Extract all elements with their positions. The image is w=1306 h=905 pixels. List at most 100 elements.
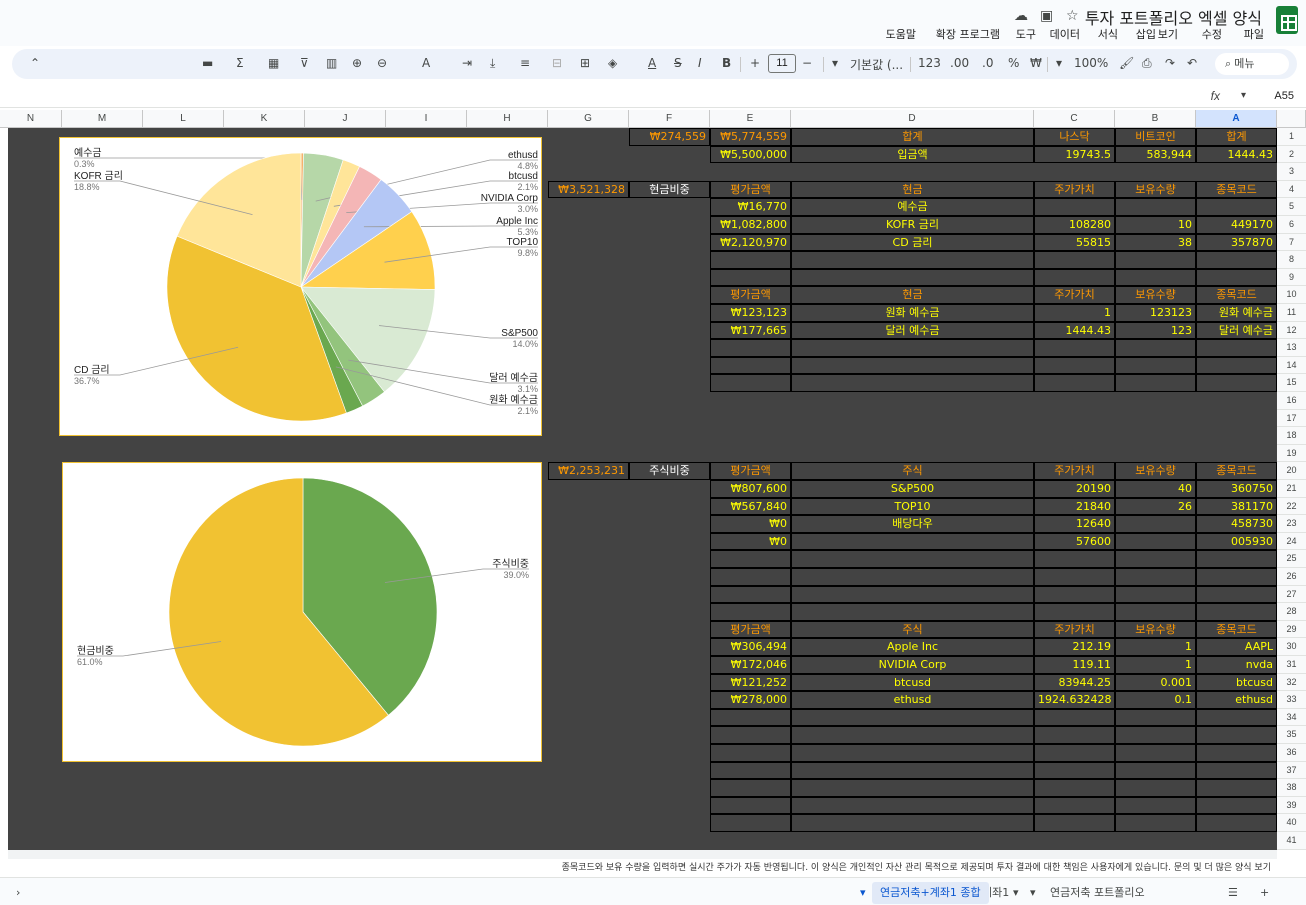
- table-cell[interactable]: ₩567,840: [710, 497, 791, 516]
- table-cell[interactable]: 83944.25: [1034, 673, 1115, 692]
- table-cell[interactable]: [1196, 356, 1277, 375]
- row-header[interactable]: 11: [1277, 304, 1306, 322]
- table-cell[interactable]: [1115, 568, 1196, 586]
- menu-tools[interactable]: 도구: [1016, 26, 1036, 42]
- table-cell[interactable]: [1034, 568, 1115, 586]
- table-cell[interactable]: [710, 814, 791, 832]
- table-cell[interactable]: [1196, 550, 1277, 568]
- table-cell[interactable]: [1196, 796, 1277, 815]
- row-header[interactable]: 4: [1277, 180, 1306, 199]
- row-header[interactable]: 18: [1277, 427, 1306, 445]
- table-cell[interactable]: ₩16,770: [710, 198, 791, 216]
- table-cell[interactable]: [710, 374, 791, 392]
- header-cell[interactable]: 현금: [791, 180, 1034, 199]
- menu-search[interactable]: ⌕ 메뉴: [1215, 53, 1289, 75]
- menu-format[interactable]: 서식: [1098, 26, 1118, 42]
- table-cell[interactable]: 005930: [1196, 532, 1277, 551]
- table-cell[interactable]: [1196, 198, 1277, 216]
- column-header-k[interactable]: K: [224, 110, 305, 128]
- table-cell[interactable]: 458730: [1196, 515, 1277, 533]
- table-cell[interactable]: 1: [1115, 638, 1196, 656]
- table-cell[interactable]: [1034, 726, 1115, 744]
- column-header-g[interactable]: G: [548, 110, 629, 128]
- merge-cells-icon[interactable]: ⊟: [552, 56, 562, 70]
- table-cell[interactable]: 1444.43: [1034, 321, 1115, 340]
- table-cell[interactable]: [791, 761, 1034, 780]
- header-cell[interactable]: 종목코드: [1196, 286, 1277, 304]
- table-cell[interactable]: [791, 532, 1034, 551]
- table-cell[interactable]: [1034, 339, 1115, 357]
- font-select[interactable]: 기본값 (...: [850, 56, 903, 73]
- scroll-tabs-icon[interactable]: ›: [8, 882, 28, 904]
- filter-icon[interactable]: ⊽: [300, 56, 309, 70]
- table-cell[interactable]: [1115, 761, 1196, 780]
- table-cell[interactable]: [1115, 744, 1196, 762]
- table-cell[interactable]: ₩2,253,231: [548, 462, 629, 480]
- table-cell[interactable]: btcusd: [791, 673, 1034, 692]
- header-cell[interactable]: 현금: [791, 286, 1034, 304]
- table-cell[interactable]: [1115, 726, 1196, 744]
- table-cell[interactable]: [1196, 761, 1277, 780]
- header-cell[interactable]: 주가가치: [1034, 286, 1115, 304]
- table-cell[interactable]: 달러 예수금: [791, 321, 1034, 340]
- column-header-n[interactable]: N: [0, 110, 62, 128]
- table-cell[interactable]: [1115, 374, 1196, 392]
- table-cell[interactable]: 360750: [1196, 480, 1277, 498]
- table-cell[interactable]: [1034, 585, 1115, 604]
- table-cell[interactable]: ₩123,123: [710, 304, 791, 322]
- table-cell[interactable]: 449170: [1196, 216, 1277, 234]
- table-cell[interactable]: 21840: [1034, 497, 1115, 516]
- column-header-f[interactable]: F: [629, 110, 710, 128]
- row-header[interactable]: 34: [1277, 708, 1306, 727]
- row-header[interactable]: 24: [1277, 532, 1306, 551]
- table-cell[interactable]: [1196, 779, 1277, 797]
- row-header[interactable]: 8: [1277, 251, 1306, 269]
- undo-icon[interactable]: ↶: [1187, 56, 1197, 70]
- table-cell[interactable]: [710, 708, 791, 727]
- row-header[interactable]: 14: [1277, 356, 1306, 375]
- bold-button[interactable]: B: [722, 56, 731, 70]
- row-header[interactable]: 7: [1277, 233, 1306, 252]
- table-cell[interactable]: ₩2,120,970: [710, 233, 791, 252]
- table-cell[interactable]: [791, 744, 1034, 762]
- header-cell[interactable]: 합계: [791, 128, 1034, 146]
- insert-chart-icon[interactable]: ▥: [326, 56, 337, 70]
- table-cell[interactable]: S&P500: [791, 480, 1034, 498]
- input-tools-icon[interactable]: ▬: [202, 56, 213, 70]
- table-cell[interactable]: [1034, 603, 1115, 621]
- table-cell[interactable]: ₩121,252: [710, 673, 791, 692]
- asset-allocation-pie-chart[interactable]: 예수금 0.3% ethusd 4.8% btcusd 2.1% NVIDIA Corp 3.…: [59, 137, 542, 436]
- row-header[interactable]: 15: [1277, 374, 1306, 392]
- header-cell[interactable]: 비트코인: [1115, 128, 1196, 146]
- table-cell[interactable]: 12640: [1034, 515, 1115, 533]
- table-cell[interactable]: [1034, 550, 1115, 568]
- cloud-status-icon[interactable]: ☁: [1014, 7, 1028, 24]
- column-header-l[interactable]: L: [143, 110, 224, 128]
- table-cell[interactable]: [791, 796, 1034, 815]
- table-cell[interactable]: 달러 예수금: [1196, 321, 1277, 340]
- table-cell[interactable]: ₩172,046: [710, 656, 791, 674]
- row-header[interactable]: 9: [1277, 268, 1306, 287]
- name-box[interactable]: A55: [1274, 90, 1294, 102]
- row-header[interactable]: 39: [1277, 796, 1306, 815]
- header-cell[interactable]: 종목코드: [1196, 462, 1277, 480]
- table-cell[interactable]: 57600: [1034, 532, 1115, 551]
- row-header[interactable]: 28: [1277, 603, 1306, 621]
- table-cell[interactable]: [710, 603, 791, 621]
- table-cell[interactable]: [1034, 251, 1115, 269]
- header-cell[interactable]: 보유수량: [1115, 180, 1196, 199]
- move-icon[interactable]: ▣: [1040, 7, 1053, 24]
- table-cell[interactable]: [1034, 796, 1115, 815]
- table-cell[interactable]: ₩274,559: [629, 128, 710, 146]
- table-cell[interactable]: 1: [1115, 656, 1196, 674]
- table-cell[interactable]: [710, 796, 791, 815]
- header-cell[interactable]: 합계: [1196, 128, 1277, 146]
- header-cell[interactable]: 주식: [791, 462, 1034, 480]
- table-cell[interactable]: [1115, 814, 1196, 832]
- sheet-tab-combined[interactable]: 연금저축+계좌1 종합: [872, 882, 989, 904]
- table-cell[interactable]: 381170: [1196, 497, 1277, 516]
- insert-link-icon[interactable]: ⊖: [377, 56, 387, 70]
- table-cell[interactable]: 40: [1115, 480, 1196, 498]
- row-header[interactable]: 20: [1277, 462, 1306, 480]
- table-cell[interactable]: ₩5,500,000: [710, 145, 791, 164]
